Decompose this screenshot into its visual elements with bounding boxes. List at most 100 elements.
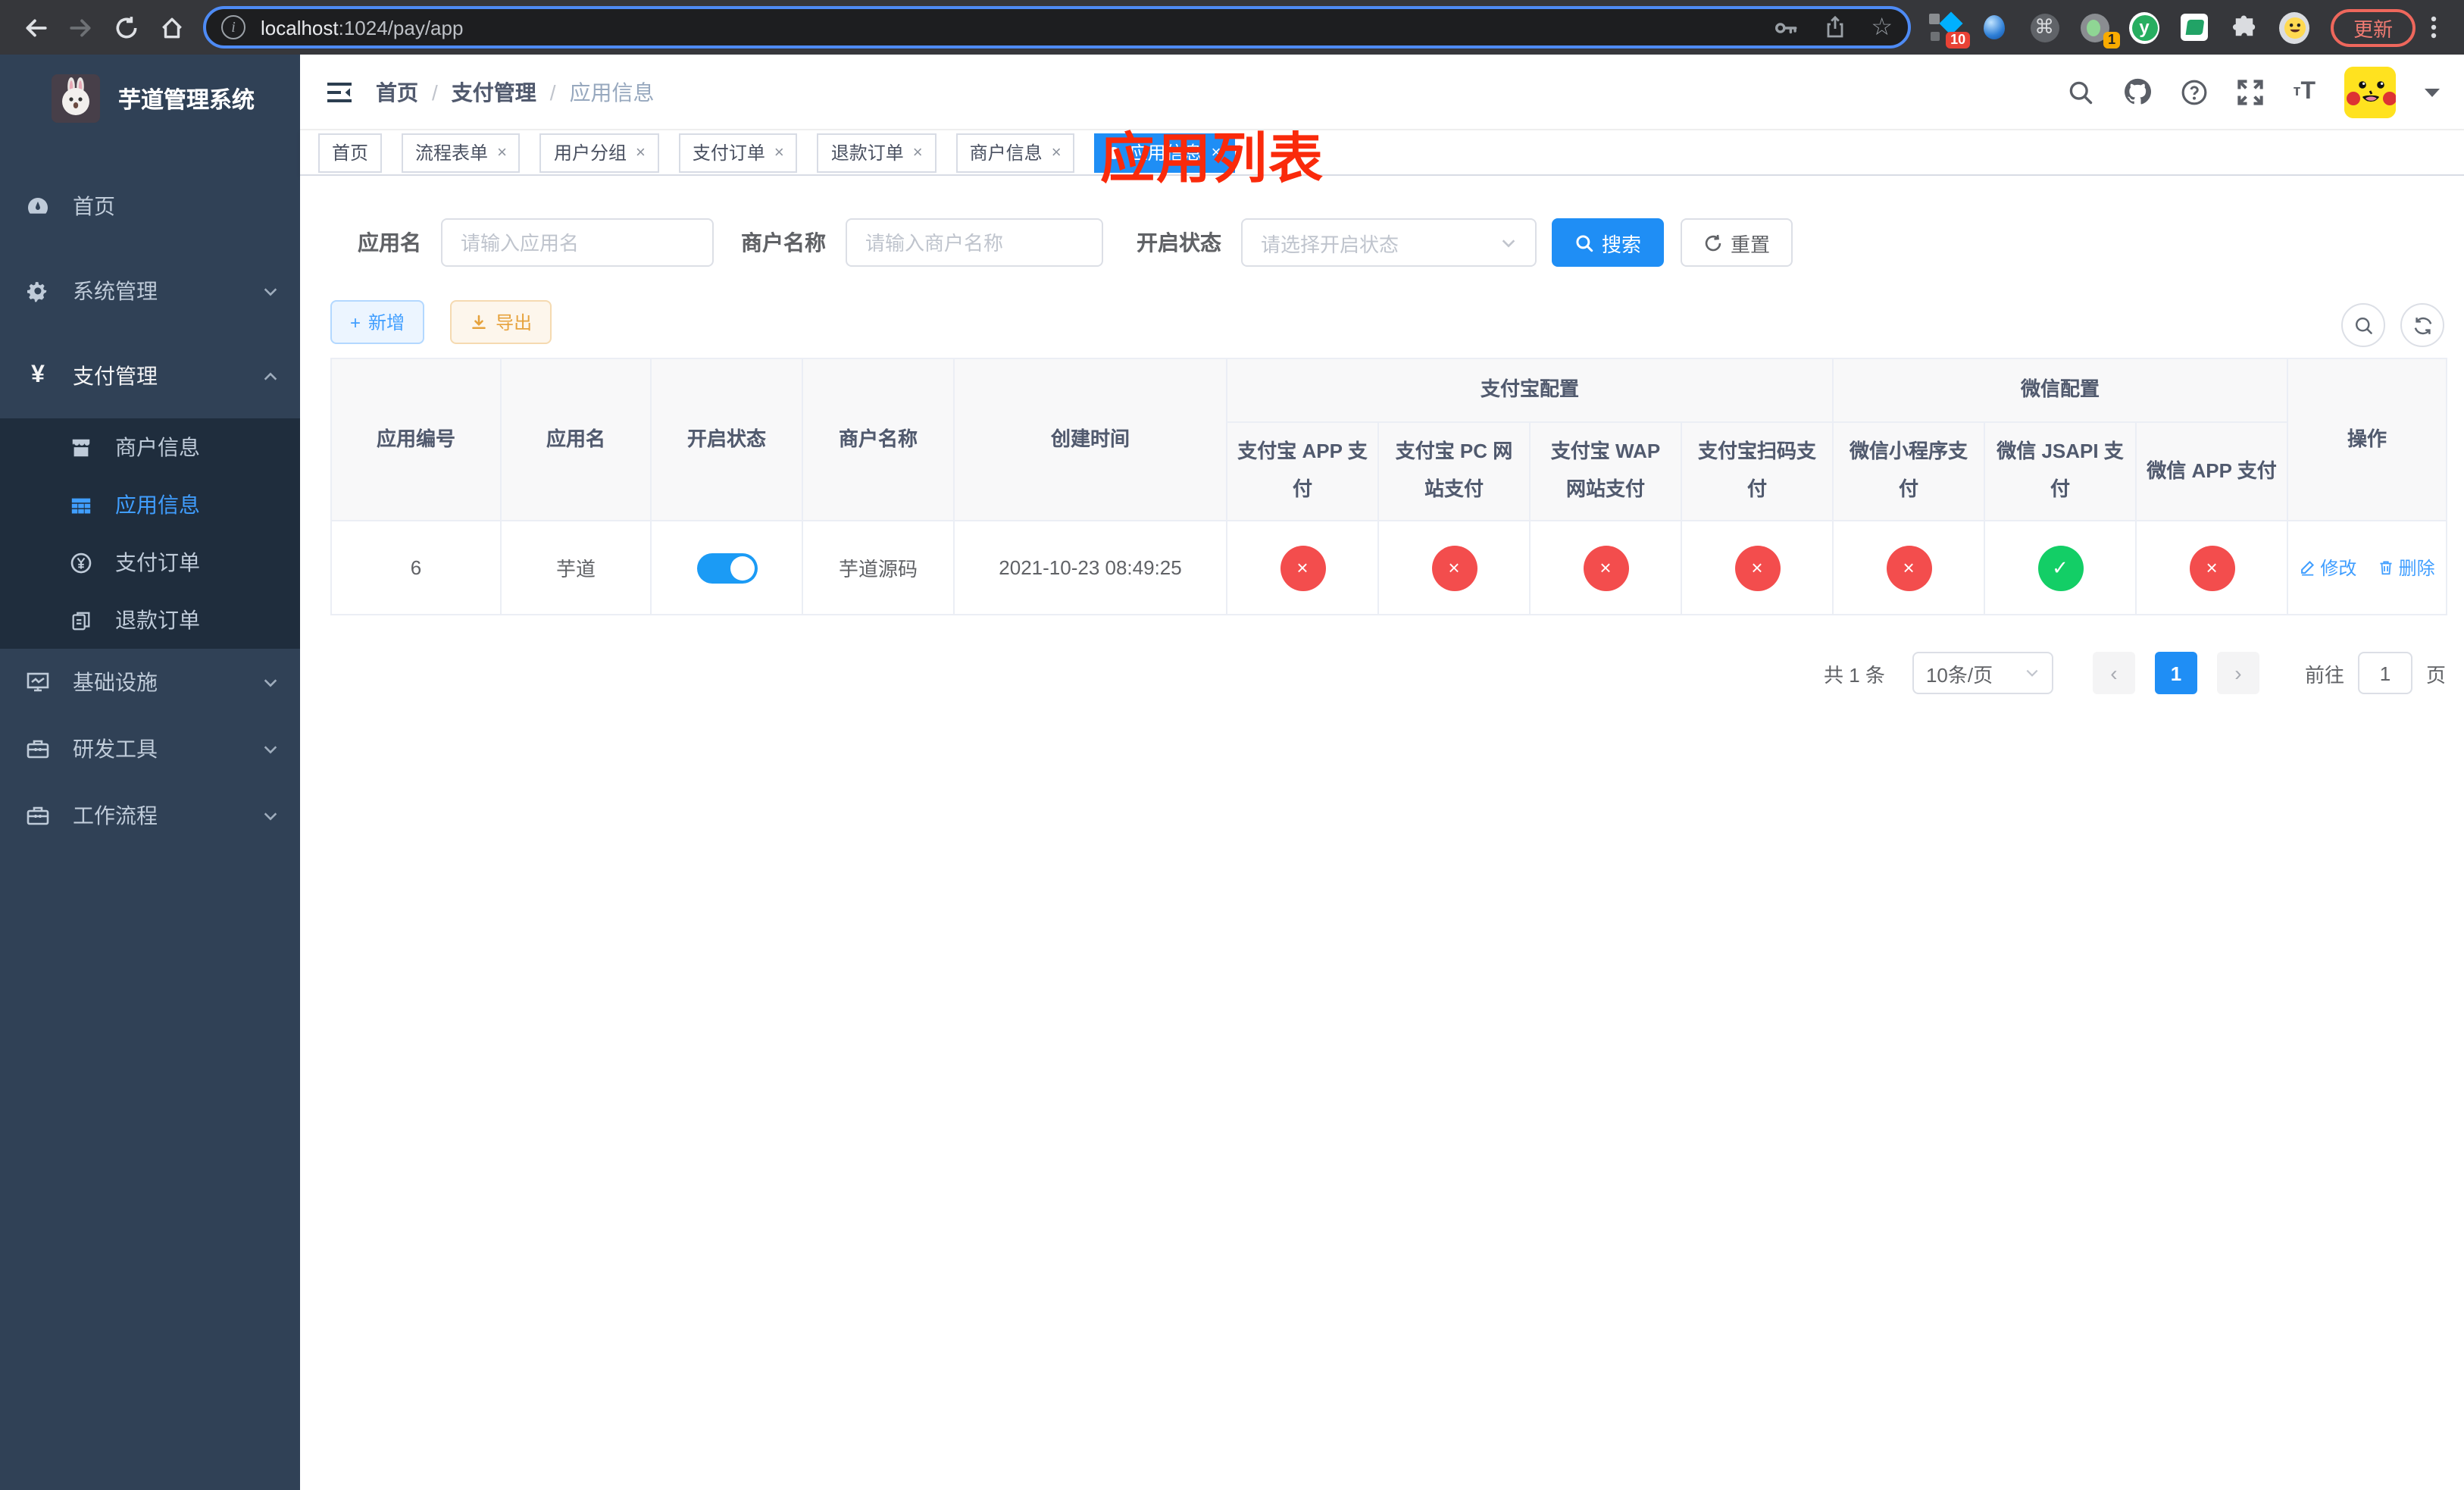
profile-avatar-icon[interactable] <box>2279 11 2310 43</box>
search-icon <box>2354 316 2372 333</box>
col-alipay-qr: 支付宝扫码支付 <box>1680 421 1834 521</box>
help-icon[interactable] <box>2181 78 2209 105</box>
home-icon[interactable] <box>149 5 194 50</box>
prev-page-button[interactable]: ‹ <box>2092 652 2135 694</box>
sidebar-item-refund-orders[interactable]: 退款订单 <box>0 591 300 649</box>
back-icon[interactable] <box>12 5 58 50</box>
status-alipay-app: × <box>1280 545 1325 590</box>
breadcrumb-home[interactable]: 首页 <box>376 77 418 107</box>
breadcrumb-current: 应用信息 <box>569 80 655 104</box>
edit-pencil-icon <box>2301 560 2315 576</box>
logo-avatar <box>52 74 100 123</box>
tab-process-form[interactable]: 流程表单 × <box>402 133 521 172</box>
sidebar-item-home[interactable]: 首页 <box>0 164 300 249</box>
extensions-puzzle-icon[interactable] <box>2229 12 2259 42</box>
merchant-name-input[interactable] <box>846 218 1103 267</box>
tab-pay-orders[interactable]: 支付订单 × <box>678 133 798 172</box>
sidebar-item-app-info[interactable]: 应用信息 <box>0 476 300 534</box>
search-icon[interactable] <box>2068 78 2095 105</box>
chrome-update-button[interactable]: 更新 <box>2331 8 2416 46</box>
tab-home[interactable]: 首页 <box>318 133 383 172</box>
close-icon[interactable]: × <box>913 143 923 161</box>
export-button[interactable]: 导出 <box>450 300 552 344</box>
trash-icon <box>2380 561 2392 575</box>
page-size-select[interactable]: 10条/页 <box>1912 652 2053 694</box>
extension-chat-icon[interactable] <box>2179 12 2209 42</box>
col-status: 开启状态 <box>650 358 803 521</box>
status-select[interactable]: 请选择开启状态 <box>1241 218 1537 267</box>
status-wechat-mini: × <box>1886 545 1932 590</box>
sidebar-item-payment[interactable]: ¥ 支付管理 <box>0 333 300 418</box>
extension-y-icon[interactable]: y <box>2129 11 2160 43</box>
user-avatar[interactable] <box>2344 66 2396 117</box>
chevron-down-icon <box>262 674 279 690</box>
font-size-icon[interactable]: тT <box>2294 78 2315 105</box>
col-created: 创建时间 <box>953 358 1227 521</box>
forward-icon[interactable] <box>58 5 103 50</box>
close-icon[interactable]: × <box>636 143 646 161</box>
sidebar-item-infrastructure[interactable]: 基础设施 <box>0 649 300 715</box>
goto-label: 前往 <box>2304 663 2344 686</box>
col-app-name: 应用名 <box>500 358 652 521</box>
sidebar-item-workflow[interactable]: 工作流程 <box>0 782 300 849</box>
status-alipay-qr: × <box>1734 545 1780 590</box>
group-wechat-config: 微信配置 <box>1832 358 2289 423</box>
sidebar-toggle-icon[interactable] <box>318 70 361 113</box>
chevron-down-icon <box>262 283 279 299</box>
reset-button[interactable]: 重置 <box>1681 218 1793 267</box>
cell-merchant: 芋道源码 <box>802 520 955 615</box>
close-icon[interactable]: × <box>774 143 784 161</box>
briefcase-icon <box>24 803 52 828</box>
extension-sketch-icon[interactable]: 10 <box>1929 11 1971 49</box>
password-key-icon[interactable] <box>1772 14 1798 40</box>
browser-menu-icon[interactable] <box>2431 15 2452 39</box>
grid-table-icon <box>67 493 94 516</box>
add-button[interactable]: + 新增 <box>330 300 425 344</box>
delete-link[interactable]: 删除 <box>2378 555 2435 581</box>
edit-link[interactable]: 修改 <box>2299 555 2356 581</box>
table-toolbar: + 新增 导出 <box>330 300 2464 344</box>
chevron-down-icon <box>262 740 279 757</box>
extension-balloon-icon[interactable] <box>1979 12 2009 42</box>
avatar-caret-icon[interactable] <box>2425 86 2440 98</box>
sidebar-item-system[interactable]: 系统管理 <box>0 249 300 333</box>
sidebar-item-merchant-info[interactable]: 商户信息 <box>0 418 300 476</box>
sidebar-item-dev-tools[interactable]: 研发工具 <box>0 715 300 782</box>
col-wechat-mini: 微信小程序支付 <box>1832 421 1986 521</box>
app-name-input[interactable] <box>441 218 714 267</box>
tab-user-group[interactable]: 用户分组 × <box>539 133 659 172</box>
next-page-button[interactable]: › <box>2216 652 2259 694</box>
extension-recorder-icon[interactable]: 1 <box>2079 12 2121 49</box>
plus-icon: + <box>350 311 361 333</box>
breadcrumb: 首页 / 支付管理 / 应用信息 <box>376 77 655 107</box>
tab-merchant-info[interactable]: 商户信息 × <box>955 133 1075 172</box>
page-number-active[interactable]: 1 <box>2154 652 2197 694</box>
address-bar[interactable]: i localhost:1024/pay/app ☆ <box>203 6 1912 49</box>
goto-page-input[interactable] <box>2357 652 2412 694</box>
search-icon <box>1576 234 1593 252</box>
group-alipay-config: 支付宝配置 <box>1225 358 1834 423</box>
url-text: localhost:1024/pay/app <box>261 16 1772 39</box>
site-info-icon[interactable]: i <box>221 15 245 39</box>
chevron-down-icon <box>262 807 279 824</box>
show-search-button[interactable] <box>2341 303 2385 347</box>
github-icon[interactable] <box>2124 77 2153 106</box>
yen-icon: ¥ <box>31 362 45 388</box>
close-icon[interactable]: × <box>1052 143 1062 161</box>
search-button[interactable]: 搜索 <box>1552 218 1665 267</box>
extension-command-icon[interactable]: ⌘ <box>2029 12 2059 42</box>
enable-switch[interactable] <box>696 552 757 583</box>
refresh-table-button[interactable] <box>2400 303 2444 347</box>
sidebar-item-pay-orders[interactable]: 支付订单 <box>0 534 300 591</box>
app-table: 应用编号 应用名 开启状态 商户名称 创建时间 支付宝配置 微信配置 操作 支付… <box>330 358 2448 615</box>
total-count: 共 1 条 <box>1824 663 1885 686</box>
close-icon[interactable]: × <box>497 143 507 161</box>
page-content: 应用名 商户名称 开启状态 请选择开启状态 搜索 <box>300 176 2464 1490</box>
breadcrumb-payment[interactable]: 支付管理 <box>452 77 536 107</box>
reload-icon[interactable] <box>103 5 149 50</box>
bookmark-star-icon[interactable]: ☆ <box>1871 12 1893 42</box>
tab-refund-orders[interactable]: 退款订单 × <box>817 133 937 172</box>
chevron-down-icon <box>1502 239 1515 247</box>
share-icon[interactable] <box>1822 15 1846 39</box>
fullscreen-icon[interactable] <box>2237 78 2265 105</box>
